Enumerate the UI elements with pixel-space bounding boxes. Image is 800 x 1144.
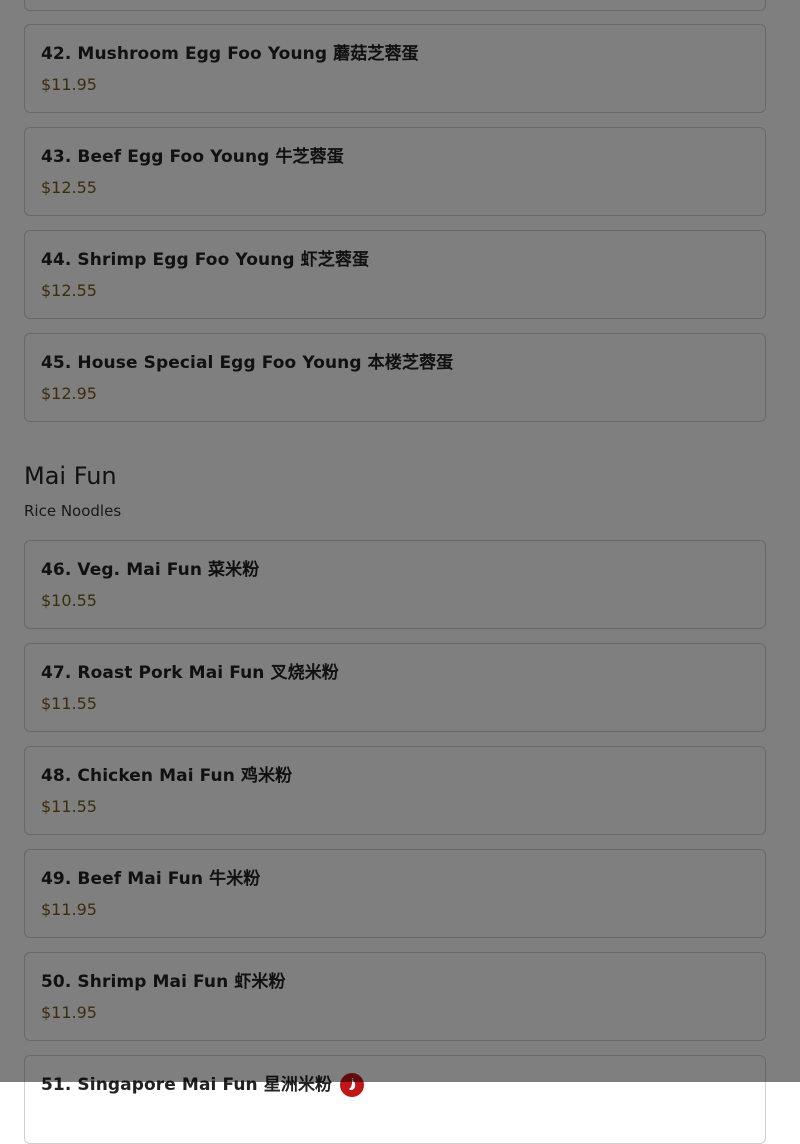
modal-backdrop-overlay[interactable] — [0, 0, 800, 1082]
menu-page: 42. Mushroom Egg Foo Young 蘑菇芝蓉蛋 $11.95 … — [0, 0, 800, 1144]
